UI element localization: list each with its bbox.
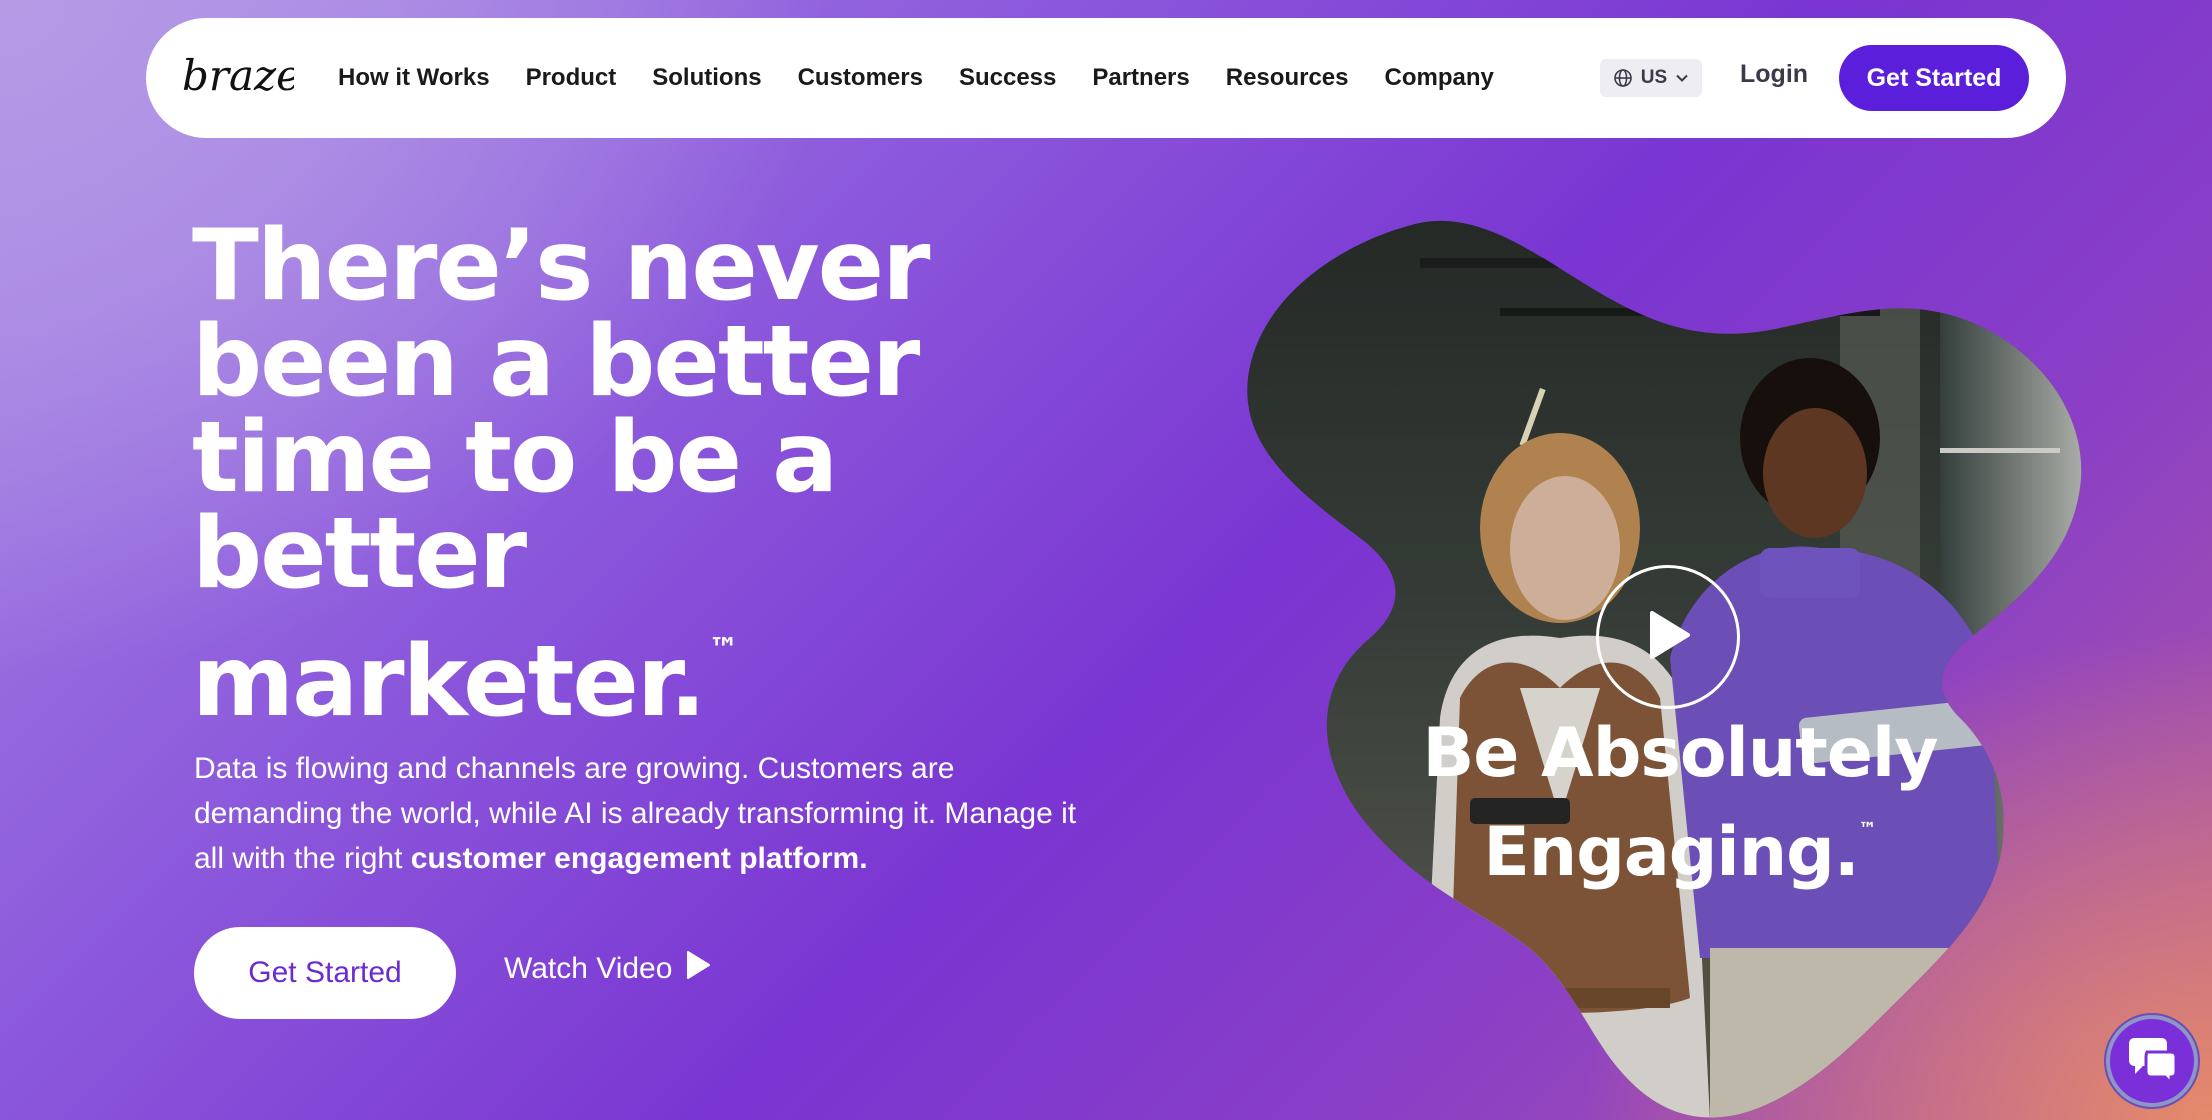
nav-link-company[interactable]: Company	[1384, 64, 1493, 92]
svg-text:braze: braze	[182, 52, 294, 100]
play-circle-icon	[1644, 609, 1692, 666]
headline-line: marketer.	[192, 625, 706, 739]
braze-logo[interactable]: braze	[182, 51, 301, 108]
watch-video-link[interactable]: Watch Video	[504, 951, 711, 987]
trademark-mark: ™	[708, 632, 739, 667]
chat-widget-button[interactable]	[2106, 1015, 2198, 1107]
nav-link-partners[interactable]: Partners	[1092, 64, 1189, 92]
nav-link-solutions[interactable]: Solutions	[652, 64, 761, 92]
hero-subtext-emphasis: customer engagement platform.	[410, 842, 868, 875]
globe-icon	[1613, 68, 1633, 88]
video-play-button[interactable]	[1596, 565, 1740, 709]
hero-subtext: Data is flowing and channels are growing…	[194, 746, 1094, 881]
nav-get-started-button[interactable]: Get Started	[1839, 45, 2029, 111]
play-triangle-icon	[686, 951, 711, 987]
video-title-line: Engaging.	[1483, 813, 1859, 892]
watch-video-label: Watch Video	[504, 952, 673, 985]
trademark-mark: ™	[1858, 819, 1877, 840]
nav-link-resources[interactable]: Resources	[1226, 64, 1349, 92]
top-nav: braze How it Works Product Solutions Cus…	[146, 18, 2066, 138]
chat-bubbles-icon	[2125, 1034, 2179, 1089]
nav-link-product[interactable]: Product	[526, 64, 617, 92]
locale-label: US	[1640, 67, 1668, 88]
headline-line: better	[192, 497, 527, 611]
nav-link-success[interactable]: Success	[959, 64, 1056, 92]
video-title-line: Be Absolutely	[1422, 714, 1938, 793]
nav-link-customers[interactable]: Customers	[798, 64, 923, 92]
chevron-down-icon	[1675, 71, 1689, 85]
hero-headline: There’s never been a better time to be a…	[192, 217, 952, 731]
nav-link-how-it-works[interactable]: How it Works	[338, 64, 490, 92]
nav-links: How it Works Product Solutions Customers…	[338, 18, 1530, 138]
hero-get-started-button[interactable]: Get Started	[194, 927, 456, 1019]
login-link[interactable]: Login	[1740, 60, 1808, 89]
video-title: Be Absolutely Engaging.™	[1390, 716, 1970, 891]
locale-selector[interactable]: US	[1600, 59, 1702, 97]
